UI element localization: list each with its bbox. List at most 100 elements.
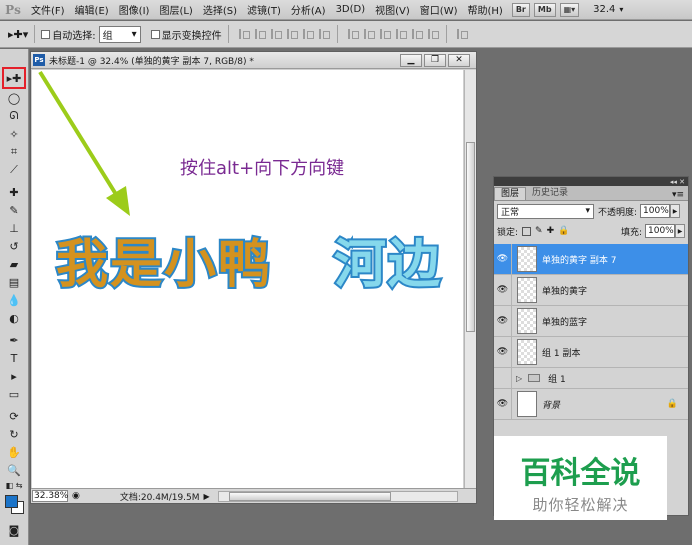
move-tool-preset-icon[interactable]: ▸✚▾ xyxy=(8,28,28,41)
menu-window[interactable]: 窗口(W) xyxy=(415,2,463,17)
layer-row[interactable]: 👁 单独的黄字 副本 7 xyxy=(494,244,688,275)
lock-transparent-icon[interactable] xyxy=(522,226,532,236)
canvas[interactable]: 按住alt+向下方向键 我是小鸭 河边 xyxy=(32,70,463,488)
collapse-panel-icon[interactable]: ◂◂ ✕ xyxy=(670,178,685,186)
crop-tool-icon[interactable]: ⌗ xyxy=(4,143,24,161)
align-hcenter-icon[interactable] xyxy=(301,28,314,40)
bridge-button[interactable]: Br xyxy=(511,2,530,17)
status-menu-icon[interactable]: ▶ xyxy=(204,492,210,501)
close-icon[interactable]: ✕ xyxy=(448,53,470,67)
pen-tool-icon[interactable]: ✒ xyxy=(4,331,24,349)
restore-icon[interactable]: ❐ xyxy=(424,53,446,67)
zoom-tool-icon[interactable]: 🔍 xyxy=(4,461,24,479)
blend-mode-dropdown[interactable]: 正常 ▾ xyxy=(497,203,594,219)
type-tool-icon[interactable]: T xyxy=(4,349,24,367)
menu-file[interactable]: 文件(F) xyxy=(26,2,70,17)
shape-tool-icon[interactable]: ▭ xyxy=(4,385,24,403)
layer-row[interactable]: 👁 组 1 副本 xyxy=(494,337,688,368)
lock-image-icon[interactable]: ✎ xyxy=(535,226,543,236)
eye-icon[interactable]: 👁 xyxy=(494,244,512,274)
menu-analysis[interactable]: 分析(A) xyxy=(286,2,331,17)
align-vcenter-icon[interactable] xyxy=(253,28,266,40)
default-colors-icon[interactable]: ◧ ⇆ xyxy=(4,479,24,491)
zoom-dropdown-icon[interactable]: ▾ xyxy=(619,5,623,14)
zoom-level[interactable]: 32.4 xyxy=(593,4,615,15)
3d-rotate-tool-icon[interactable]: ⟳ xyxy=(4,407,24,425)
menu-layer[interactable]: 图层(L) xyxy=(154,2,197,17)
distribute-bottom-icon[interactable] xyxy=(378,28,391,40)
layer-group-row[interactable]: ▷ 组 1 xyxy=(494,368,688,389)
hand-tool-icon[interactable]: ✋ xyxy=(4,443,24,461)
eye-icon[interactable]: 👁 xyxy=(494,275,512,305)
lasso-tool-icon[interactable]: ᘏ xyxy=(4,107,24,125)
menu-image[interactable]: 图像(I) xyxy=(114,2,155,17)
foreground-color-swatch[interactable] xyxy=(5,495,18,508)
visibility-toggle[interactable] xyxy=(494,368,512,388)
annotation-text: 按住alt+向下方向键 xyxy=(180,158,345,179)
align-bottom-icon[interactable] xyxy=(269,28,282,40)
checkbox-icon[interactable] xyxy=(150,29,160,39)
horizontal-scroll-thumb[interactable] xyxy=(228,491,391,501)
distribute-right-icon[interactable] xyxy=(426,28,439,40)
lock-all-icon[interactable]: 🔒 xyxy=(558,226,569,236)
fill-slider-icon[interactable]: ▶ xyxy=(675,224,685,238)
opacity-input[interactable]: 100% xyxy=(640,204,671,218)
menu-view[interactable]: 视图(V) xyxy=(370,2,415,17)
horizontal-scrollbar[interactable] xyxy=(217,490,458,502)
distribute-left-icon[interactable] xyxy=(394,28,407,40)
quick-mask-icon[interactable]: ◙ xyxy=(4,521,24,539)
panel-header[interactable]: ◂◂ ✕ xyxy=(494,177,688,186)
lock-position-icon[interactable]: ✚ xyxy=(547,226,555,236)
clone-stamp-tool-icon[interactable]: ⊥ xyxy=(4,219,24,237)
align-top-icon[interactable] xyxy=(237,28,250,40)
layer-row[interactable]: 👁 单独的黄字 xyxy=(494,275,688,306)
menu-filter[interactable]: 滤镜(T) xyxy=(242,2,286,17)
vertical-scrollbar[interactable] xyxy=(464,70,476,488)
menu-select[interactable]: 选择(S) xyxy=(198,2,242,17)
auto-align-icon[interactable] xyxy=(455,28,468,40)
zoom-input[interactable]: 32.38% xyxy=(32,490,68,502)
arrange-documents-button[interactable]: ▦▾ xyxy=(559,2,580,17)
status-info-icon[interactable]: ◉ xyxy=(72,491,80,501)
eye-icon[interactable]: 👁 xyxy=(494,306,512,336)
gradient-tool-icon[interactable]: ▤ xyxy=(4,273,24,291)
align-right-icon[interactable] xyxy=(317,28,330,40)
dodge-tool-icon[interactable]: ◐ xyxy=(4,309,24,327)
distribute-hcenter-icon[interactable] xyxy=(410,28,423,40)
distribute-top-icon[interactable] xyxy=(346,28,359,40)
checkbox-icon[interactable] xyxy=(41,29,51,39)
eraser-tool-icon[interactable]: ▰ xyxy=(4,255,24,273)
document-title-bar[interactable]: Ps 未标题-1 @ 32.4% (单独的黄字 副本 7, RGB/8) * ▁… xyxy=(31,52,476,69)
3d-orbit-tool-icon[interactable]: ↻ xyxy=(4,425,24,443)
layer-row[interactable]: 👁 单独的蓝字 xyxy=(494,306,688,337)
layer-row[interactable]: 👁 背景 🔒 xyxy=(494,389,688,420)
tab-history[interactable]: 历史记录 xyxy=(526,187,574,200)
brush-tool-icon[interactable]: ✎ xyxy=(4,201,24,219)
blur-tool-icon[interactable]: 💧 xyxy=(4,291,24,309)
opacity-slider-icon[interactable]: ▶ xyxy=(670,204,681,218)
expand-triangle-icon[interactable]: ▷ xyxy=(516,374,522,383)
eyedropper-tool-icon[interactable]: ⟋ xyxy=(4,161,24,179)
distribute-vcenter-icon[interactable] xyxy=(362,28,375,40)
align-left-icon[interactable] xyxy=(285,28,298,40)
mini-bridge-button[interactable]: Mb xyxy=(533,2,556,17)
vertical-scroll-thumb[interactable] xyxy=(466,142,475,332)
panel-menu-icon[interactable]: ▾≡ xyxy=(672,190,684,200)
move-tool-icon[interactable]: ▸✚ xyxy=(2,67,26,89)
tab-layers[interactable]: 图层 xyxy=(494,187,527,200)
menu-edit[interactable]: 编辑(E) xyxy=(70,2,114,17)
fill-input[interactable]: 100% xyxy=(645,224,675,238)
marquee-tool-icon[interactable]: ◯ xyxy=(4,89,24,107)
history-brush-tool-icon[interactable]: ↺ xyxy=(4,237,24,255)
eye-icon[interactable]: 👁 xyxy=(494,337,512,367)
minimize-icon[interactable]: ▁ xyxy=(400,53,422,67)
menu-3d[interactable]: 3D(D) xyxy=(331,4,371,15)
auto-select-checkbox[interactable]: 自动选择: xyxy=(41,27,96,42)
auto-select-dropdown[interactable]: 组 ▾ xyxy=(98,25,141,43)
show-transform-checkbox[interactable]: 显示变换控件 xyxy=(150,27,222,42)
quick-select-tool-icon[interactable]: ✧ xyxy=(4,125,24,143)
eye-icon[interactable]: 👁 xyxy=(494,389,512,419)
path-select-tool-icon[interactable]: ▸ xyxy=(4,367,24,385)
healing-brush-tool-icon[interactable]: ✚ xyxy=(4,183,24,201)
menu-help[interactable]: 帮助(H) xyxy=(463,2,508,17)
